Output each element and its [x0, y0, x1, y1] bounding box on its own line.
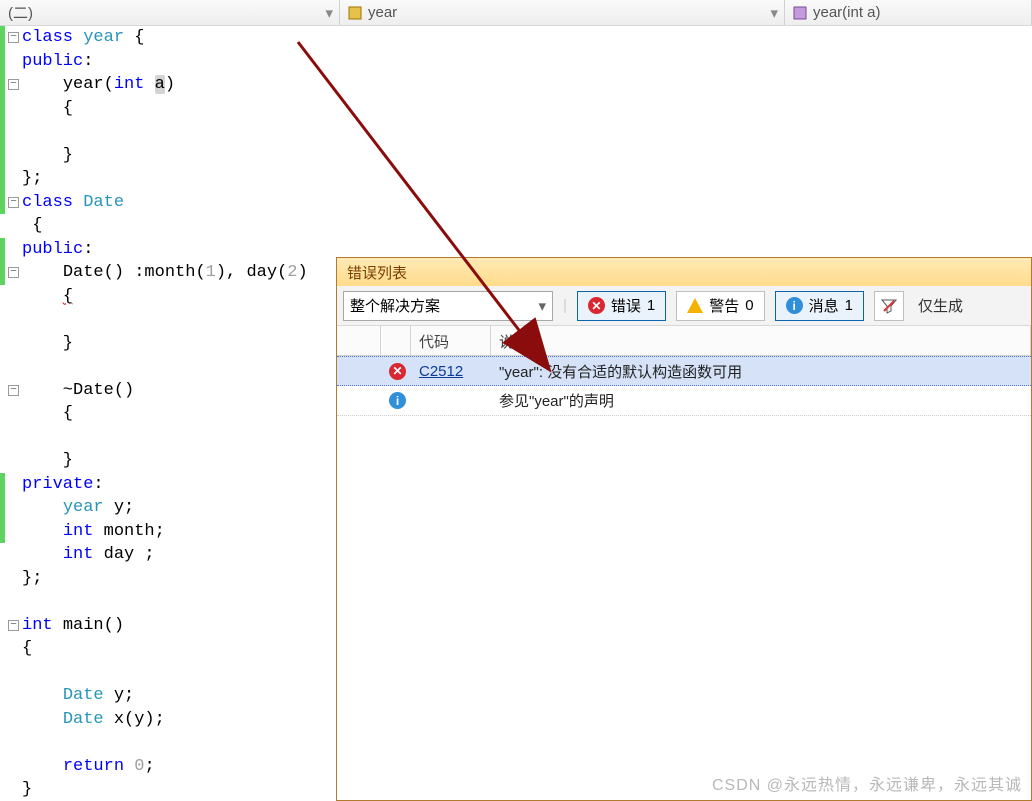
error-icon: ✕ — [588, 297, 605, 314]
change-bar — [0, 473, 5, 544]
error-list-panel: 错误列表 整个解决方案 ▾ | ✕ 错误 1 警告 0 i 消息 1 — [336, 257, 1032, 801]
method-icon — [793, 6, 807, 20]
info-icon: i — [786, 297, 803, 314]
watermark: CSDN @永远热情，永远谦卑，永远其诚 — [712, 771, 1022, 795]
messages-count: 1 — [845, 297, 853, 314]
class-icon — [348, 6, 362, 20]
sort-asc-icon: ▲ — [533, 338, 544, 350]
warnings-count: 0 — [745, 297, 753, 314]
error-list-toolbar: 整个解决方案 ▾ | ✕ 错误 1 警告 0 i 消息 1 仅生成 — [337, 286, 1031, 326]
error-row[interactable]: i 参见"year"的声明 — [337, 386, 1031, 416]
error-code-link[interactable]: C2512 — [419, 363, 463, 380]
fold-toggle[interactable]: − — [8, 79, 19, 90]
header-desc-col[interactable]: 说明▲ — [491, 326, 1031, 355]
chevron-down-icon: ▾ — [317, 4, 333, 22]
info-icon: i — [389, 392, 406, 409]
error-list-header: 代码 说明▲ — [337, 326, 1031, 356]
errors-filter-button[interactable]: ✕ 错误 1 — [577, 291, 666, 321]
fold-toggle[interactable]: − — [8, 385, 19, 396]
fold-toggle[interactable]: − — [8, 620, 19, 631]
header-icon2-col[interactable] — [381, 326, 411, 355]
warning-icon — [687, 298, 703, 313]
build-filter-label[interactable]: 仅生成 — [918, 295, 963, 316]
errors-count: 1 — [647, 297, 655, 314]
header-icon-col[interactable] — [337, 326, 381, 355]
editor-gutter: − − − − − − — [0, 26, 22, 801]
chevron-down-icon: ▾ — [762, 4, 778, 22]
chevron-down-icon: ▾ — [538, 297, 546, 315]
change-bar — [0, 26, 5, 214]
toolbar-separator: | — [563, 297, 567, 314]
funnel-icon — [881, 298, 897, 314]
messages-filter-button[interactable]: i 消息 1 — [775, 291, 864, 321]
error-icon: ✕ — [389, 363, 406, 380]
error-list-title: 错误列表 — [337, 258, 1031, 286]
header-code-col[interactable]: 代码 — [411, 326, 491, 355]
messages-label: 消息 — [809, 295, 839, 316]
class-dropdown[interactable]: year ▾ — [340, 0, 785, 25]
scope-label: (二) — [8, 2, 33, 23]
change-bar — [0, 238, 5, 285]
scope-dropdown[interactable]: (二) ▾ — [0, 0, 340, 25]
class-label: year — [368, 4, 397, 21]
navigation-bar: (二) ▾ year ▾ year(int a) — [0, 0, 1032, 26]
warnings-label: 警告 — [709, 295, 739, 316]
clear-filters-button[interactable] — [874, 291, 904, 321]
errors-label: 错误 — [611, 295, 641, 316]
fold-toggle[interactable]: − — [8, 32, 19, 43]
warnings-filter-button[interactable]: 警告 0 — [676, 291, 764, 321]
member-dropdown[interactable]: year(int a) — [785, 0, 1032, 25]
error-row[interactable]: ✕ C2512 "year": 没有合适的默认构造函数可用 — [337, 356, 1031, 386]
error-list-body: ✕ C2512 "year": 没有合适的默认构造函数可用 i 参见"year"的声明 — [337, 356, 1031, 416]
fold-toggle[interactable]: − — [8, 197, 19, 208]
scope-combo-label: 整个解决方案 — [350, 295, 440, 316]
fold-toggle[interactable]: − — [8, 267, 19, 278]
scope-combo[interactable]: 整个解决方案 ▾ — [343, 291, 553, 321]
error-description: "year": 没有合适的默认构造函数可用 — [491, 361, 1031, 382]
member-label: year(int a) — [813, 4, 881, 21]
error-description: 参见"year"的声明 — [491, 390, 1031, 411]
